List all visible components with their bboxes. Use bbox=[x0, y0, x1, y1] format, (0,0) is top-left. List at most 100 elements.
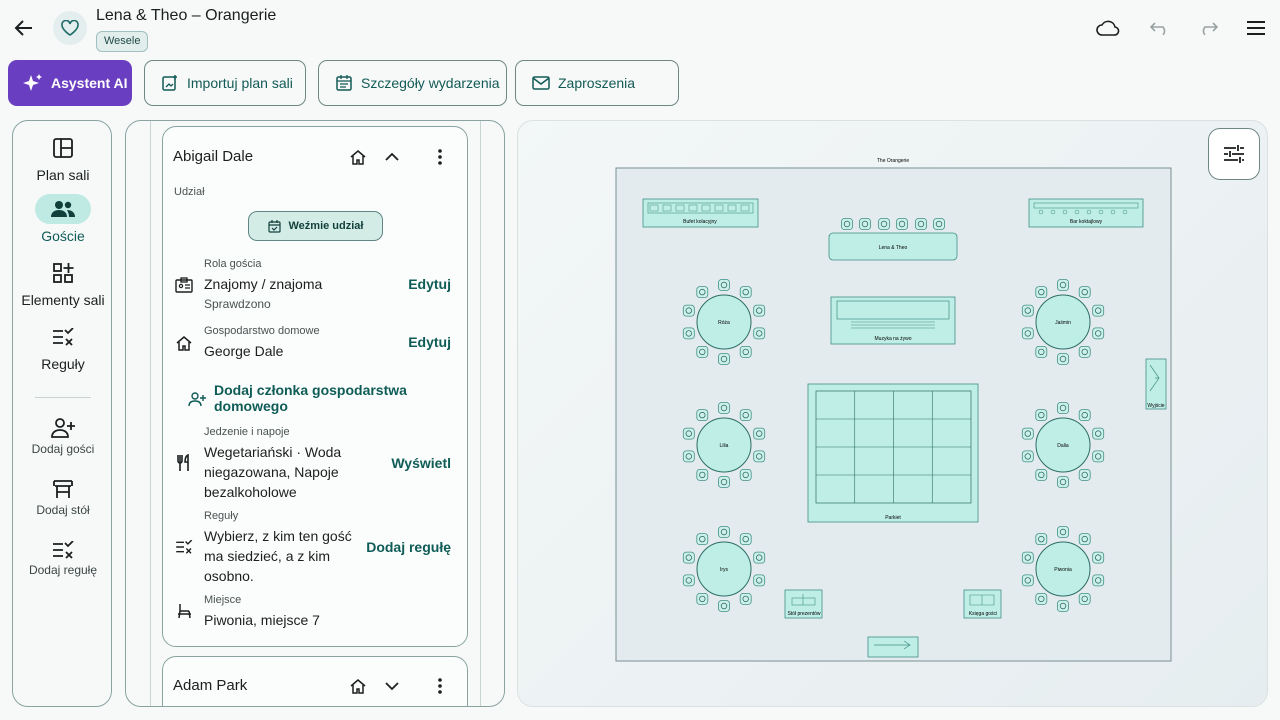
chair-icon[interactable] bbox=[696, 345, 709, 358]
chair-icon[interactable] bbox=[718, 526, 730, 538]
chair-icon[interactable] bbox=[1035, 345, 1048, 358]
edit-role-link[interactable]: Edytuj bbox=[408, 276, 451, 292]
more-options-icon[interactable] bbox=[429, 675, 451, 697]
chair-icon[interactable] bbox=[739, 345, 752, 358]
chair-icon[interactable] bbox=[682, 551, 695, 564]
chair-icon[interactable] bbox=[1035, 286, 1048, 299]
chair-icon[interactable] bbox=[1057, 353, 1069, 365]
chair-icon[interactable] bbox=[1092, 327, 1105, 340]
chair-icon[interactable] bbox=[1021, 327, 1034, 340]
rules-icon bbox=[53, 328, 74, 346]
chair-icon[interactable] bbox=[753, 304, 766, 317]
chair-icon[interactable] bbox=[682, 327, 695, 340]
chair-icon[interactable] bbox=[1021, 574, 1034, 587]
chair-icon[interactable] bbox=[739, 468, 752, 481]
chair-icon[interactable] bbox=[696, 286, 709, 299]
chair-icon[interactable] bbox=[1035, 409, 1048, 422]
chair-icon[interactable] bbox=[1092, 304, 1105, 317]
chair-icon[interactable] bbox=[682, 304, 695, 317]
guest-card[interactable]: Adam Park bbox=[162, 656, 468, 706]
add-household-member-link[interactable]: Dodaj członka gospodarstwa domowego bbox=[214, 382, 424, 414]
chair-icon[interactable] bbox=[1092, 427, 1105, 440]
chair-icon[interactable] bbox=[1078, 593, 1091, 605]
event-details-button[interactable]: Szczegóły wydarzenia bbox=[318, 60, 507, 106]
chair-icon[interactable] bbox=[696, 533, 709, 545]
chair-icon[interactable] bbox=[682, 450, 695, 463]
chair-icon[interactable] bbox=[1021, 551, 1034, 564]
add-guests-action[interactable]: Dodaj gości bbox=[13, 418, 113, 456]
chair-icon[interactable] bbox=[753, 551, 766, 564]
tune-settings-icon[interactable] bbox=[1208, 128, 1260, 180]
chair-icon[interactable] bbox=[1078, 409, 1091, 422]
add-rule-link[interactable]: Dodaj regułę bbox=[366, 539, 451, 555]
chair-icon[interactable] bbox=[718, 402, 730, 414]
more-options-icon[interactable] bbox=[429, 146, 451, 168]
nav-guests[interactable]: Goście bbox=[13, 194, 113, 244]
chair-icon[interactable] bbox=[1092, 551, 1105, 564]
add-rule-action[interactable]: Dodaj regułę bbox=[13, 541, 113, 577]
back-arrow-icon[interactable] bbox=[12, 16, 36, 40]
view-food-link[interactable]: Wyświetl bbox=[391, 455, 451, 471]
chair-icon[interactable] bbox=[1078, 345, 1091, 358]
import-plan-button[interactable]: Importuj plan sali bbox=[144, 60, 306, 106]
dance-floor-element[interactable] bbox=[807, 383, 979, 523]
home-icon[interactable] bbox=[347, 675, 369, 697]
chair-icon[interactable] bbox=[1035, 468, 1048, 481]
nav-room-elements[interactable]: Elementy sali bbox=[13, 258, 113, 308]
chair-icon[interactable] bbox=[696, 593, 709, 605]
edit-household-link[interactable]: Edytuj bbox=[408, 334, 451, 350]
redo-icon[interactable] bbox=[1195, 16, 1221, 40]
chair-icon[interactable] bbox=[718, 353, 730, 365]
entrance-element[interactable] bbox=[867, 636, 919, 658]
chair-icon[interactable] bbox=[1057, 526, 1069, 538]
chair-icon[interactable] bbox=[753, 327, 766, 340]
chair-icon[interactable] bbox=[739, 533, 752, 545]
chair-icon[interactable] bbox=[1092, 574, 1105, 587]
chair-icon[interactable] bbox=[739, 409, 752, 422]
chair-icon[interactable] bbox=[1078, 533, 1091, 545]
chair-icon[interactable] bbox=[696, 409, 709, 422]
chair-icon[interactable] bbox=[739, 593, 752, 605]
chair-icon[interactable] bbox=[1078, 286, 1091, 299]
chair-icon[interactable] bbox=[753, 574, 766, 587]
add-table-action[interactable]: Dodaj stół bbox=[13, 479, 113, 517]
chair-icon[interactable] bbox=[1021, 304, 1034, 317]
chair-icon[interactable] bbox=[753, 450, 766, 463]
chair-icon[interactable] bbox=[682, 574, 695, 587]
chair-icon[interactable] bbox=[1057, 600, 1069, 612]
chair-icon[interactable] bbox=[739, 286, 752, 299]
invitations-button[interactable]: Zaproszenia bbox=[515, 60, 679, 106]
chair-icon[interactable] bbox=[1092, 450, 1105, 463]
undo-icon[interactable] bbox=[1147, 16, 1173, 40]
chair-icon[interactable] bbox=[718, 476, 730, 488]
chevron-down-icon[interactable] bbox=[381, 675, 403, 697]
menu-icon[interactable] bbox=[1243, 16, 1269, 40]
home-icon[interactable] bbox=[347, 146, 369, 168]
chair-icon[interactable] bbox=[753, 427, 766, 440]
nav-floor-plan[interactable]: Plan sali bbox=[13, 133, 113, 183]
chair-icon[interactable] bbox=[1057, 402, 1069, 414]
add-person-icon bbox=[51, 418, 75, 438]
chair-icon[interactable] bbox=[1035, 533, 1048, 545]
chair-icon[interactable] bbox=[1021, 427, 1034, 440]
chair-icon[interactable] bbox=[682, 427, 695, 440]
chair-icon[interactable] bbox=[1078, 468, 1091, 481]
chair-icon[interactable] bbox=[1057, 476, 1069, 488]
floor-plan-svg[interactable]: The Orangerie Bufet kolacyjny Lena & The… bbox=[518, 121, 1268, 707]
chair-icon[interactable] bbox=[718, 600, 730, 612]
cloud-sync-icon[interactable] bbox=[1095, 16, 1121, 40]
chair-icon[interactable] bbox=[696, 468, 709, 481]
attendance-button[interactable]: Weźmie udział bbox=[248, 211, 383, 241]
ai-assistant-button[interactable]: Asystent AI bbox=[8, 60, 132, 106]
chair-icon[interactable] bbox=[718, 279, 730, 291]
attendance-label: Weźmie udział bbox=[288, 220, 364, 232]
chevron-up-icon[interactable] bbox=[381, 146, 403, 168]
chair-icon[interactable] bbox=[1057, 279, 1069, 291]
floor-plan-canvas[interactable]: The Orangerie Bufet kolacyjny Lena & The… bbox=[517, 120, 1268, 707]
favorite-heart-icon[interactable] bbox=[53, 11, 87, 45]
chair-icon[interactable] bbox=[1021, 450, 1034, 463]
chair-icon[interactable] bbox=[1035, 593, 1048, 605]
exit-door-element[interactable] bbox=[1145, 358, 1167, 410]
nav-rules[interactable]: Reguły bbox=[13, 322, 113, 372]
event-details-label: Szczegóły wydarzenia bbox=[361, 75, 500, 91]
